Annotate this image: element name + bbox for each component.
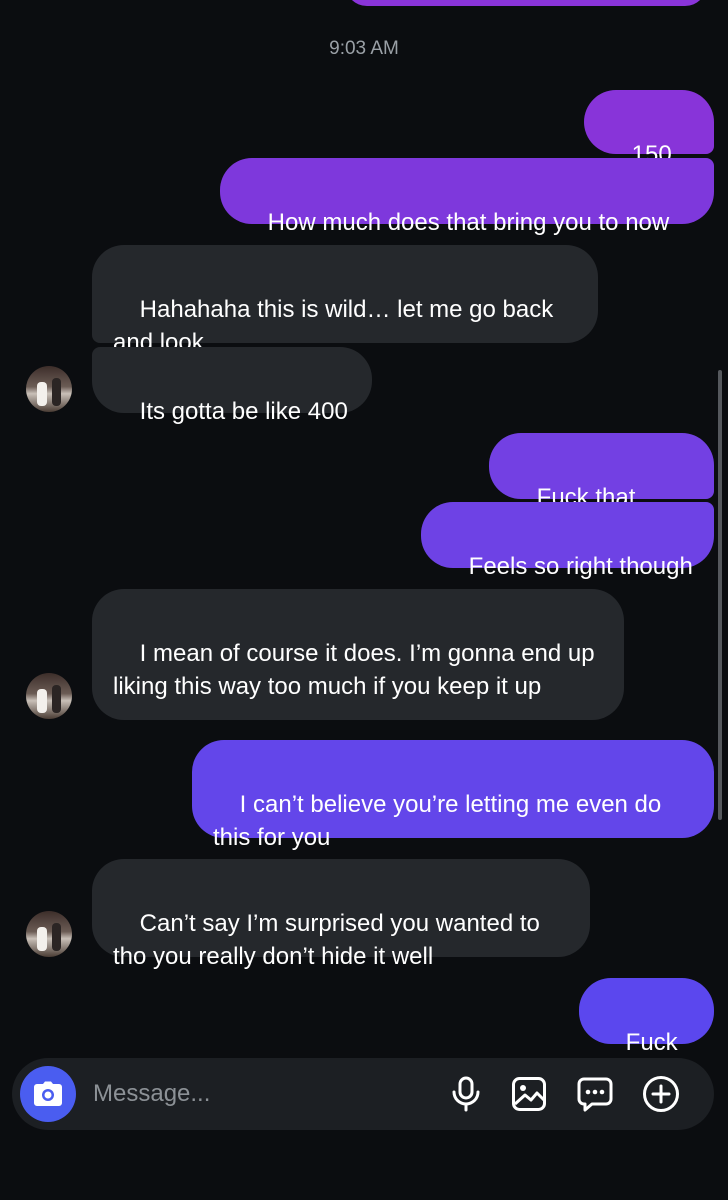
- partial-outgoing-bubble[interactable]: [345, 0, 707, 6]
- microphone-icon: [452, 1076, 480, 1112]
- scrollbar[interactable]: [718, 370, 722, 820]
- message-thread: 9:03 AM 150 bro How much does that bring…: [0, 0, 728, 1088]
- gallery-icon: [512, 1077, 546, 1111]
- message-text: Feels so right though: [468, 553, 693, 580]
- message-text: How much does that bring you to now: [267, 209, 670, 236]
- incoming-message[interactable]: Hahahaha this is wild… let me go back an…: [92, 245, 598, 356]
- camera-icon: [34, 1081, 62, 1106]
- timestamp: 9:03 AM: [329, 38, 399, 59]
- incoming-message[interactable]: I mean of course it does. I’m gonna end …: [92, 589, 624, 720]
- outgoing-message[interactable]: How much does that bring you to now: [220, 158, 714, 236]
- plus-icon: [643, 1076, 679, 1112]
- message-text: Its gotta be like 400: [139, 398, 348, 425]
- message-text: I can’t believe you’re letting me even d…: [213, 791, 668, 851]
- sticker-button[interactable]: [574, 1073, 616, 1115]
- avatar[interactable]: [26, 911, 72, 957]
- microphone-button[interactable]: [445, 1073, 487, 1115]
- camera-button[interactable]: [20, 1066, 76, 1122]
- sticker-icon: [577, 1077, 613, 1112]
- message-input[interactable]: Message...: [93, 1078, 210, 1110]
- message-text: I mean of course it does. I’m gonna end …: [113, 640, 602, 700]
- incoming-message[interactable]: Can’t say I’m surprised you wanted to th…: [92, 859, 590, 970]
- outgoing-message[interactable]: I can’t believe you’re letting me even d…: [192, 740, 714, 851]
- incoming-message[interactable]: Its gotta be like 400: [92, 347, 372, 425]
- outgoing-message[interactable]: Fuck: [579, 978, 714, 1088]
- gallery-button[interactable]: [508, 1073, 550, 1115]
- message-text: Fuck: [625, 1029, 678, 1056]
- outgoing-message[interactable]: Fuck that crazy: [489, 433, 714, 544]
- avatar[interactable]: [26, 366, 72, 412]
- message-composer: Message...: [12, 1058, 714, 1130]
- avatar[interactable]: [26, 673, 72, 719]
- outgoing-message[interactable]: 150 bro: [584, 90, 714, 201]
- add-button[interactable]: [640, 1073, 682, 1115]
- outgoing-message[interactable]: Feels so right though: [421, 502, 714, 580]
- message-text: Can’t say I’m surprised you wanted to th…: [113, 910, 547, 970]
